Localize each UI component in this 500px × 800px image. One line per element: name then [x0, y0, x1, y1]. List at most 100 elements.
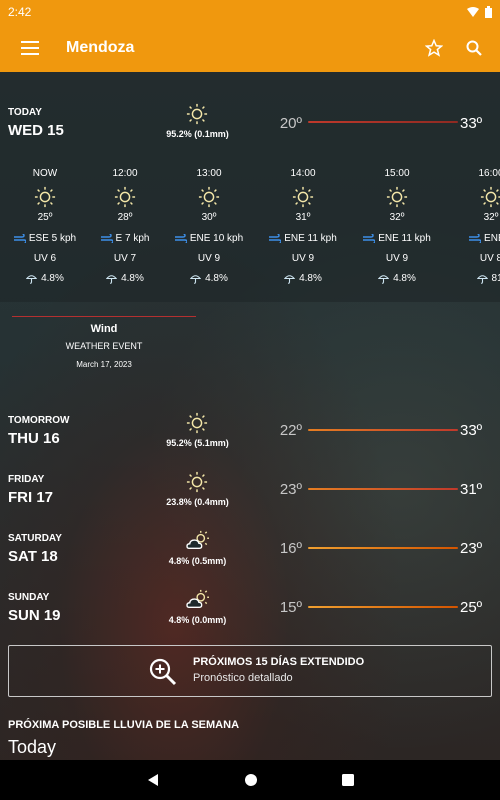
sun-icon — [480, 186, 500, 208]
temp-max: 23º — [460, 540, 483, 557]
hour-rain: 81. — [446, 268, 500, 288]
recents-icon[interactable] — [342, 774, 354, 786]
sun-icon — [386, 186, 408, 208]
temp-min: 16º — [279, 540, 302, 557]
hour-wind: ENE 11 kph — [258, 228, 348, 248]
battery-icon — [485, 6, 492, 18]
partly-cloudy-icon — [186, 589, 209, 609]
hour-rain-text: 4.8% — [299, 272, 322, 284]
day-label: SATURDAY — [8, 533, 62, 544]
umbrella-icon — [190, 274, 202, 284]
event-name: Wind — [90, 323, 118, 335]
home-icon[interactable] — [244, 773, 258, 787]
sun-icon — [186, 412, 208, 434]
temp-min: 22º — [279, 422, 302, 439]
hour-icon — [164, 182, 254, 212]
extended-subtitle: Pronóstico detallado — [193, 672, 293, 684]
temp-max: 33º — [460, 422, 483, 439]
hour-time: 16:00 — [478, 168, 500, 179]
umbrella-icon — [378, 274, 390, 284]
temp-range-bar — [308, 606, 458, 608]
temp-min: 23º — [279, 481, 302, 498]
hour-wind: E 7 kph — [80, 228, 170, 248]
hour-rain: 4.8% — [258, 268, 348, 288]
hour-wind-text: ENE 10 kph — [189, 232, 244, 244]
hour-temp: 25º — [37, 212, 53, 223]
hour-icon — [0, 182, 90, 212]
hour-uv: UV 9 — [385, 253, 409, 264]
hour-rain-text: 81. — [491, 272, 500, 284]
hour-temp: 32º — [483, 212, 499, 223]
hour-wind: ENE 10 kph — [164, 228, 254, 248]
hour-temp: 31º — [295, 212, 311, 223]
hour-rain: 4.8% — [80, 268, 170, 288]
back-icon[interactable] — [146, 773, 160, 787]
precip-text: 95.2% (0.1mm) — [166, 129, 229, 139]
day-date: SUN 19 — [8, 607, 61, 624]
day-icon — [185, 471, 209, 493]
hour-rain: 4.8% — [352, 268, 442, 288]
system-nav-bar — [0, 760, 500, 800]
event-divider — [12, 316, 196, 317]
day-label: TODAY — [8, 107, 42, 118]
day-date: THU 16 — [8, 430, 60, 447]
hour-time: 15:00 — [384, 168, 410, 179]
hour-wind-text: ENE 11 kph — [378, 232, 431, 244]
hour-wind-text: ENE 11 kph — [284, 232, 337, 244]
weather-event-card[interactable]: Wind WEATHER EVENT March 17, 2023 — [12, 316, 196, 369]
hourly-item: NOW 25º ESE 5 kph UV 6 4.8% — [0, 168, 90, 288]
day-icon — [185, 589, 209, 611]
hourly-item: 13:00 30º ENE 10 kph UV 9 4.8% — [164, 168, 254, 288]
hour-uv: UV 8 — [479, 253, 500, 264]
hour-time: 13:00 — [196, 168, 222, 179]
umbrella-icon — [106, 274, 118, 284]
city-title[interactable]: Mendoza — [66, 39, 414, 57]
extended-forecast-button[interactable]: PRÓXIMOS 15 DÍAS EXTENDIDO Pronóstico de… — [8, 645, 492, 697]
sun-icon — [186, 471, 208, 493]
hour-wind: ENE 1 — [446, 228, 500, 248]
sun-icon — [34, 186, 56, 208]
day-icon — [185, 530, 209, 552]
day-label: TOMORROW — [8, 415, 70, 426]
sun-icon — [114, 186, 136, 208]
favorite-button[interactable] — [414, 39, 454, 57]
hour-wind-text: ENE 1 — [484, 232, 500, 244]
wind-icon — [100, 233, 113, 243]
hour-rain: 4.8% — [0, 268, 90, 288]
wind-icon — [269, 233, 282, 243]
temp-min: 15º — [279, 599, 302, 616]
star-icon — [425, 39, 443, 57]
search-icon — [466, 40, 482, 56]
day-row[interactable]: SUNDAY SUN 19 4.8% (0.0mm) 15º 25º — [0, 587, 500, 637]
day-label: SUNDAY — [8, 592, 50, 603]
hour-rain-text: 4.8% — [205, 272, 228, 284]
hourly-item: 16:00 32º ENE 1 UV 8 81. — [446, 168, 500, 288]
wind-icon — [13, 233, 26, 243]
hour-temp: 30º — [201, 212, 217, 223]
precip-text: 95.2% (5.1mm) — [166, 438, 229, 448]
hourly-item: 12:00 28º E 7 kph UV 7 4.8% — [80, 168, 170, 288]
menu-button[interactable] — [0, 41, 60, 55]
hour-icon — [446, 182, 500, 212]
search-button[interactable] — [454, 40, 494, 56]
status-bar: 2:42 — [0, 0, 500, 24]
wind-icon — [174, 233, 187, 243]
temp-range-bar — [308, 488, 458, 490]
day-row[interactable]: TOMORROW THU 16 95.2% (5.1mm) 22º 33º — [0, 410, 500, 460]
day-row[interactable]: SATURDAY SAT 18 4.8% (0.5mm) 16º 23º — [0, 528, 500, 578]
sun-icon — [186, 103, 208, 125]
temp-range-bar — [308, 121, 458, 123]
day-date: SAT 18 — [8, 548, 58, 565]
temp-range-bar — [308, 429, 458, 431]
today-row[interactable]: TODAY WED 15 95.2% (0.1mm) 20º 33º — [0, 100, 500, 150]
wifi-icon — [467, 7, 479, 17]
temp-range-bar — [308, 547, 458, 549]
day-row[interactable]: FRIDAY FRI 17 23.8% (0.4mm) 23º 31º — [0, 469, 500, 519]
hour-temp: 28º — [117, 212, 133, 223]
precip-text: 4.8% (0.5mm) — [168, 556, 227, 566]
hour-icon — [258, 182, 348, 212]
hourly-forecast[interactable]: NOW 25º ESE 5 kph UV 6 4.8% 12:00 28º E 7 kph UV… — [0, 168, 500, 296]
menu-icon — [21, 41, 39, 55]
hour-wind: ENE 11 kph — [352, 228, 442, 248]
hourly-item: 15:00 32º ENE 11 kph UV 9 4.8% — [352, 168, 442, 288]
